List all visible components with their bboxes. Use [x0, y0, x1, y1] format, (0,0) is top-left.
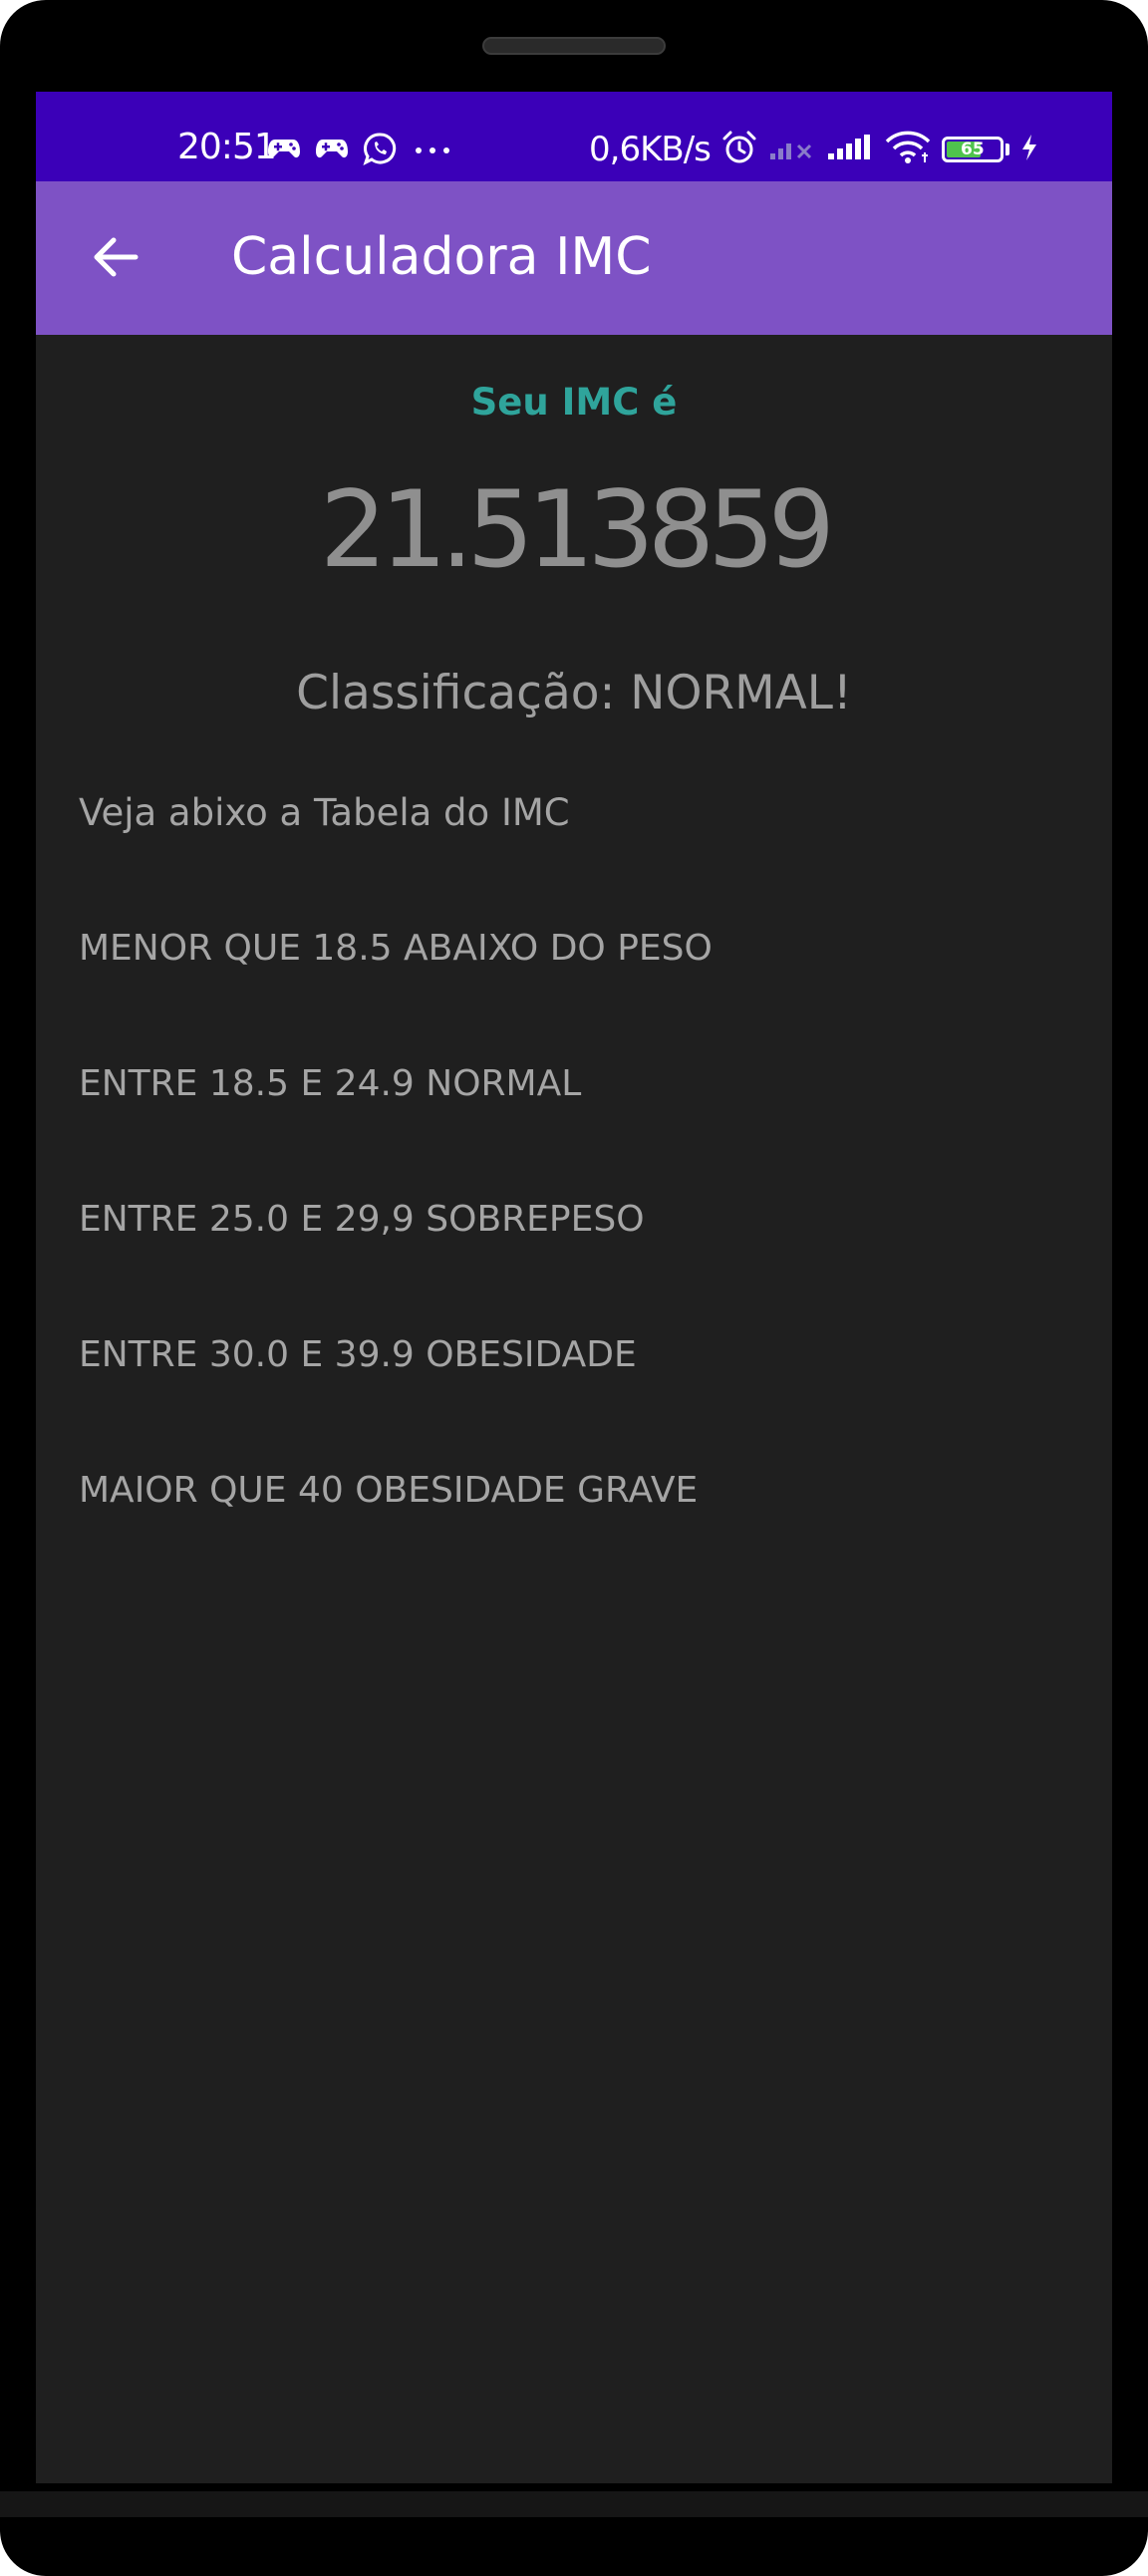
imc-value: 21.513859: [319, 468, 835, 591]
table-row: ENTRE 25.0 E 29,9 SOBREPESO: [79, 1199, 645, 1240]
battery-icon: 65: [941, 137, 1004, 162]
bottom-bezel: [0, 2491, 1148, 2517]
signal-icon: [826, 134, 874, 165]
imc-label: Seu IMC é: [470, 381, 678, 424]
status-system-icons: 0,6KB/s 65: [589, 130, 1039, 169]
wifi-icon: [884, 130, 932, 169]
whatsapp-icon: [363, 132, 397, 169]
no-signal-icon: [768, 134, 816, 165]
game-controller-icon: [267, 137, 301, 164]
table-row: MAIOR QUE 40 OBESIDADE GRAVE: [79, 1470, 699, 1511]
arrow-back-icon: [90, 231, 142, 287]
app-screen: 20:51 0,6KB/s 65 Calculadora IMC Seu IMC…: [36, 92, 1112, 2483]
page-title: Calculadora IMC: [231, 227, 652, 287]
speaker-grille: [482, 37, 666, 55]
battery-level: 65: [961, 139, 985, 159]
charging-icon: [1019, 133, 1039, 166]
alarm-icon: [720, 130, 758, 169]
app-bar: Calculadora IMC: [36, 181, 1112, 335]
game-controller-icon: [315, 137, 349, 164]
imc-table: MENOR QUE 18.5 ABAIXO DO PESO ENTRE 18.5…: [79, 927, 713, 1604]
table-row: ENTRE 18.5 E 24.9 NORMAL: [79, 1063, 582, 1104]
table-row: ENTRE 30.0 E 39.9 OBESIDADE: [79, 1334, 637, 1375]
classification-text: Classificação: NORMAL!: [296, 666, 852, 720]
status-bar: 20:51 0,6KB/s 65: [36, 92, 1112, 181]
more-dots-icon: [411, 142, 454, 160]
network-speed: 0,6KB/s: [589, 130, 712, 169]
back-button[interactable]: [78, 221, 153, 297]
status-notification-icons: [267, 132, 454, 169]
battery-tip: [1004, 143, 1009, 155]
table-row: MENOR QUE 18.5 ABAIXO DO PESO: [79, 928, 713, 969]
table-intro: Veja abixo a Tabela do IMC: [79, 791, 570, 834]
phone-frame: 20:51 0,6KB/s 65 Calculadora IMC Seu IMC…: [0, 0, 1148, 2576]
status-time: 20:51: [177, 127, 277, 167]
